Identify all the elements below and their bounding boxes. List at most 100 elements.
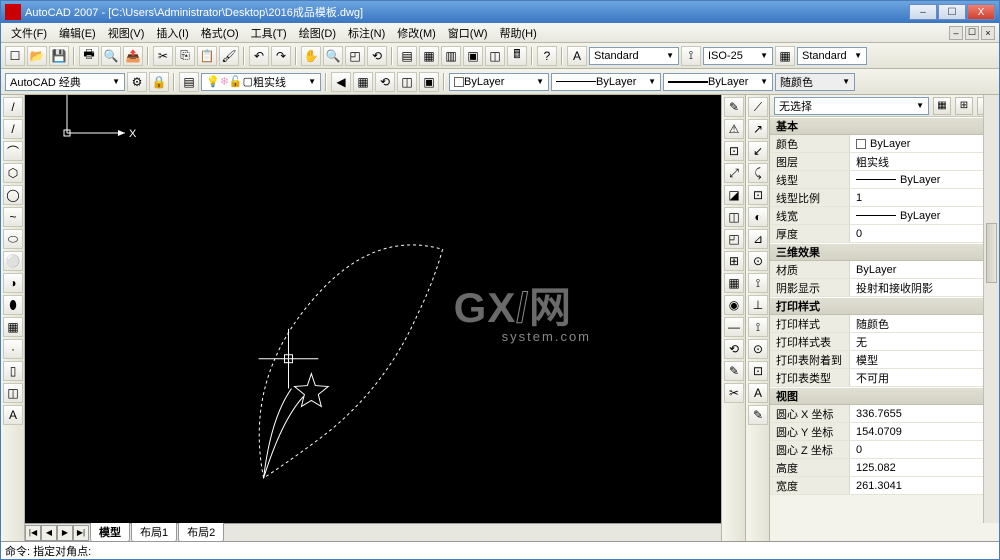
cut-icon[interactable]: ✂ [153, 46, 173, 66]
calc-icon[interactable]: 🖩 [507, 46, 527, 66]
menu-help[interactable]: 帮助(H) [494, 25, 543, 41]
prop-row[interactable]: 打印表附着到模型 [770, 351, 999, 369]
arc-icon[interactable]: ~ [3, 207, 23, 227]
tablestyle-combo[interactable]: Standard ▼ [797, 47, 867, 65]
prop-value[interactable]: 1 [850, 189, 999, 206]
prop-value[interactable]: 0 [850, 225, 999, 242]
dimstyle-combo[interactable]: ISO-25 ▼ [703, 47, 773, 65]
prop-value[interactable]: 粗实线 [850, 153, 999, 170]
drawing-canvas[interactable]: GX/网 system.com X Y [25, 95, 721, 523]
point-icon[interactable]: · [3, 339, 23, 359]
menu-dimension[interactable]: 标注(N) [342, 25, 391, 41]
tab-nav-last[interactable]: ▶| [73, 525, 89, 541]
properties-icon[interactable]: ▤ [397, 46, 417, 66]
tablestyle-icon[interactable]: ▦ [775, 46, 795, 66]
redo-icon[interactable]: ↷ [271, 46, 291, 66]
dimangular-icon[interactable]: ⊙ [748, 251, 768, 271]
textstyle-icon[interactable]: A [567, 46, 587, 66]
layer-manager-icon[interactable]: ▤ [179, 72, 199, 92]
table-icon[interactable]: ◫ [3, 383, 23, 403]
pan-icon[interactable]: ✋ [301, 46, 321, 66]
prop-value[interactable]: 261.3041 [850, 477, 999, 494]
prop-row[interactable]: 打印样式表无 [770, 333, 999, 351]
mdi-restore-button[interactable]: ☐ [965, 26, 979, 40]
menu-window[interactable]: 窗口(W) [442, 25, 494, 41]
quickselect-icon[interactable]: ▦ [933, 97, 951, 115]
menu-file[interactable]: 文件(F) [5, 25, 53, 41]
mdi-close-button[interactable]: × [981, 26, 995, 40]
spline-icon[interactable]: ◑ [3, 273, 23, 293]
dimordinate-icon[interactable]: ⤹ [748, 163, 768, 183]
prop-row[interactable]: 打印样式随颜色 [770, 315, 999, 333]
prop-row[interactable]: 打印表类型不可用 [770, 369, 999, 387]
prop-row[interactable]: 颜色ByLayer [770, 135, 999, 153]
maximize-button[interactable]: ☐ [938, 4, 966, 20]
tab-nav-next[interactable]: ▶ [57, 525, 73, 541]
dimstyle2-icon[interactable]: ✎ [748, 405, 768, 425]
pickadd-icon[interactable]: ⊞ [955, 97, 973, 115]
prop-value[interactable]: 0 [850, 441, 999, 458]
prop-group-basic[interactable]: 基本⮟ [770, 117, 999, 135]
block-icon[interactable]: ▯ [3, 361, 23, 381]
menu-format[interactable]: 格式(O) [195, 25, 245, 41]
dimaligned-icon[interactable]: ↗ [748, 119, 768, 139]
tab-layout1[interactable]: 布局1 [131, 523, 177, 541]
dimstyle-icon[interactable]: ⟟ [681, 46, 701, 66]
prop-row[interactable]: 线型ByLayer [770, 171, 999, 189]
prop-value[interactable]: ByLayer [850, 261, 999, 278]
mdi-minimize-button[interactable]: – [949, 26, 963, 40]
command-line[interactable]: 命令: 指定对角点: [1, 541, 999, 559]
layeriso-icon[interactable]: ◫ [397, 72, 417, 92]
toolpalettes-icon[interactable]: ▥ [441, 46, 461, 66]
prop-row[interactable]: 圆心 X 坐标336.7655 [770, 405, 999, 423]
prop-value[interactable]: 不可用 [850, 369, 999, 386]
prop-value[interactable]: 336.7655 [850, 405, 999, 422]
dimedit-icon[interactable]: ⊡ [748, 361, 768, 381]
prop-row[interactable]: 图层粗实线 [770, 153, 999, 171]
tab-nav-prev[interactable]: ◀ [41, 525, 57, 541]
lineweight-combo[interactable]: ByLayer ▼ [663, 73, 773, 91]
prop-value[interactable]: 154.0709 [850, 423, 999, 440]
prop-group-threeD[interactable]: 三维效果⮟ [770, 243, 999, 261]
prop-row[interactable]: 宽度261.3041 [770, 477, 999, 495]
prop-row[interactable]: 高度125.082 [770, 459, 999, 477]
dimquick-icon[interactable]: ⟟ [748, 273, 768, 293]
copy-icon[interactable]: ⎘ [175, 46, 195, 66]
xline-icon[interactable]: / [3, 119, 23, 139]
prop-group-plot[interactable]: 打印样式⮟ [770, 297, 999, 315]
props-scrollbar[interactable] [983, 95, 999, 523]
workspace-combo[interactable]: AutoCAD 经典 ▼ [5, 73, 125, 91]
dimradius-icon[interactable]: ⊡ [748, 185, 768, 205]
zoomwin-icon[interactable]: ◰ [345, 46, 365, 66]
new-icon[interactable]: ☐ [5, 46, 25, 66]
publish-icon[interactable]: 📤 [123, 46, 143, 66]
color-combo[interactable]: ByLayer ▼ [449, 73, 549, 91]
prop-value[interactable]: ByLayer [850, 171, 999, 188]
help-icon[interactable]: ? [537, 46, 557, 66]
polygon-icon[interactable]: ⬡ [3, 163, 23, 183]
workspace-lock-icon[interactable]: 🔒 [149, 72, 169, 92]
prop-value[interactable]: 125.082 [850, 459, 999, 476]
minimize-button[interactable]: – [909, 4, 937, 20]
workspace-settings-icon[interactable]: ⚙ [127, 72, 147, 92]
prop-value[interactable]: 无 [850, 333, 999, 350]
tab-model[interactable]: 模型 [90, 523, 130, 541]
tab-layout2[interactable]: 布局2 [178, 523, 224, 541]
prop-group-view[interactable]: 视图⮟ [770, 387, 999, 405]
dimtedit-icon[interactable]: A [748, 383, 768, 403]
prop-value[interactable]: 投射和接收阴影 [850, 279, 999, 296]
menu-modify[interactable]: 修改(M) [391, 25, 442, 41]
dimcenter-icon[interactable]: ⊙ [748, 339, 768, 359]
prop-value[interactable]: 模型 [850, 351, 999, 368]
plot-icon[interactable]: 🖶 [79, 46, 99, 66]
zoomrt-icon[interactable]: 🔍 [323, 46, 343, 66]
prop-row[interactable]: 材质ByLayer [770, 261, 999, 279]
textstyle-combo[interactable]: Standard ▼ [589, 47, 679, 65]
menu-tools[interactable]: 工具(T) [245, 25, 293, 41]
layermatch-icon[interactable]: ⟲ [375, 72, 395, 92]
designcenter-icon[interactable]: ▦ [419, 46, 439, 66]
linetype-combo[interactable]: ByLayer ▼ [551, 73, 661, 91]
menu-draw[interactable]: 绘图(D) [293, 25, 342, 41]
zoomprev-icon[interactable]: ⟲ [367, 46, 387, 66]
selection-combo[interactable]: 无选择 ▼ [774, 97, 929, 115]
